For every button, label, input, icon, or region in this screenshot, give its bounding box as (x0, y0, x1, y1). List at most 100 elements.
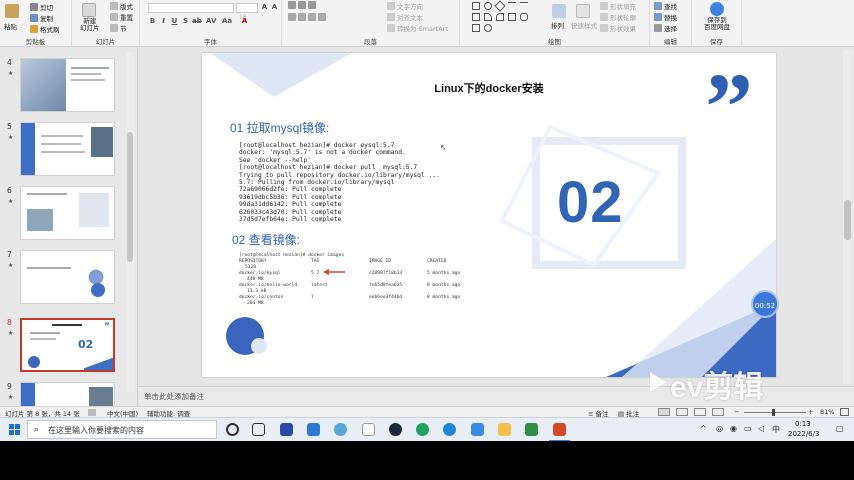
table-first-size: 5328 (245, 265, 257, 270)
app-icon-blue[interactable] (471, 423, 484, 436)
slide-scrollbar-thumb[interactable] (844, 200, 851, 240)
rectangle-shape-icon[interactable] (472, 2, 480, 10)
app-icon-network[interactable] (334, 423, 347, 436)
zoom-level[interactable]: 81% (820, 408, 834, 416)
zoom-in-icon[interactable]: + (808, 408, 813, 416)
slide-thumbnail-5[interactable] (20, 122, 115, 176)
app-icon-feishu[interactable] (307, 423, 320, 436)
notes-placeholder[interactable]: 单击此处添加备注 (144, 391, 204, 402)
slide-thumbnail-9[interactable] (20, 382, 115, 406)
section-heading-2[interactable]: 02 查看镜像: (232, 231, 300, 248)
shape-fill-button[interactable]: 形状填充 (600, 1, 636, 11)
app-icon-green[interactable] (416, 423, 429, 436)
paste-icon[interactable] (5, 4, 19, 18)
app-icon-file[interactable] (362, 423, 375, 436)
clock-date[interactable]: 2022/6/3 (788, 430, 819, 438)
grow-font-icon[interactable]: A (260, 3, 269, 12)
underline-icon[interactable]: U (170, 17, 179, 26)
app-icon-green-square[interactable] (525, 423, 538, 436)
file-explorer-icon[interactable] (498, 423, 511, 436)
align-icons[interactable] (288, 13, 326, 21)
change-case-icon[interactable]: Aa (222, 17, 232, 26)
app-icon-ink[interactable] (280, 423, 293, 436)
slide-sorter-icon[interactable] (676, 408, 688, 416)
find-button[interactable]: 查找 (654, 1, 677, 11)
clock-time[interactable]: 0:13 (795, 420, 811, 428)
reset-button[interactable]: 重置 (110, 12, 133, 22)
tray-app-icon[interactable]: ◎ (716, 424, 723, 433)
normal-view-icon[interactable] (658, 408, 670, 416)
shadow-icon[interactable]: S (181, 17, 190, 26)
line-shape-icon[interactable] (508, 2, 516, 10)
italic-icon[interactable]: I (159, 17, 168, 26)
paste-button[interactable]: 粘贴 (4, 21, 17, 31)
section-heading-1[interactable]: 01 拉取mysql镜像: (230, 119, 329, 136)
callout-shape-icon[interactable] (508, 13, 516, 21)
oval-shape-icon[interactable] (484, 2, 492, 10)
volume-icon[interactable]: ◁ (758, 424, 764, 433)
align-text-button[interactable]: 对齐文本 (387, 12, 423, 22)
tray-overflow-icon[interactable]: ^ (700, 424, 707, 433)
section-button[interactable]: 节 (110, 23, 127, 33)
brace-shape-icon[interactable] (520, 13, 528, 21)
code-screenshot-1[interactable]: [root@localhost hezian]# docker eysql:5.… (239, 142, 449, 224)
shrink-font-icon[interactable]: A (270, 3, 279, 12)
format-painter-button[interactable]: 格式刷 (30, 24, 60, 34)
star-shape-icon[interactable] (484, 24, 492, 32)
flowchart-shape-icon[interactable] (472, 24, 480, 32)
slide-thumbnail-8-selected[interactable]: ” 02 (20, 318, 115, 372)
thumbnail-scrollbar[interactable] (126, 52, 134, 392)
save-to-baidu-button[interactable]: 保存到 百度网盘 (704, 17, 730, 31)
arrange-button[interactable]: 排列 (551, 20, 564, 30)
tray-app-icon[interactable]: ◉ (730, 424, 737, 433)
reading-view-icon[interactable] (694, 408, 706, 416)
text-direction-button[interactable]: 文字方向 (387, 1, 423, 11)
slide-thumbnail-6[interactable] (20, 186, 115, 240)
zoom-slider[interactable] (744, 412, 806, 413)
notification-icon[interactable]: ▢ (836, 424, 844, 433)
select-button[interactable]: 选择 (654, 23, 677, 33)
triangle-shape-icon[interactable] (484, 13, 492, 21)
slide-vertical-scrollbar[interactable] (843, 50, 852, 384)
copy-button[interactable]: 复制 (30, 13, 53, 23)
font-color-icon[interactable]: A (240, 17, 249, 26)
ime-icon[interactable]: 中 (772, 424, 780, 435)
network-icon[interactable]: ▭ (744, 424, 752, 433)
strikethrough-icon[interactable]: ab (192, 17, 202, 26)
replace-button[interactable]: 替换 (654, 12, 677, 22)
arrow-shape-icon[interactable] (520, 2, 528, 10)
thumbnail-scrollbar-thumb[interactable] (127, 132, 133, 262)
diamond-shape-icon[interactable] (494, 0, 506, 12)
bold-icon[interactable]: B (148, 17, 157, 26)
curve-shape-icon[interactable] (496, 13, 504, 21)
shape-effects-button[interactable]: 形状效果 (600, 23, 636, 33)
steam-icon[interactable] (389, 423, 402, 436)
shape-outline-button[interactable]: 形状轮廓 (600, 12, 636, 22)
windows-start-icon[interactable] (9, 424, 20, 435)
taskbar-search-box[interactable]: ⌕ 在这里输入你要搜索的内容 (27, 420, 217, 439)
slide-title[interactable]: Linux下的docker安装 (202, 80, 776, 96)
char-spacing-icon[interactable]: AV (206, 17, 216, 26)
smartart-button[interactable]: 转换为 SmartArt (387, 23, 448, 33)
spellcheck-icon[interactable] (88, 409, 96, 416)
font-name-combo[interactable] (148, 3, 234, 13)
edge-icon[interactable] (443, 423, 456, 436)
cut-button[interactable]: 剪切 (30, 2, 53, 12)
textbox-shape-icon[interactable] (472, 13, 480, 21)
layout-button[interactable]: 版式 (110, 1, 133, 11)
zoom-slider-thumb[interactable] (772, 409, 775, 416)
quick-styles-button[interactable]: 快速样式 (571, 20, 597, 30)
powerpoint-icon[interactable] (553, 423, 566, 436)
zoom-out-icon[interactable]: − (734, 408, 739, 416)
new-slide-button[interactable]: 新建 幻灯片 (80, 18, 100, 32)
task-view-icon[interactable] (252, 423, 265, 436)
bullets-icon[interactable] (288, 1, 316, 9)
docker-images-screenshot[interactable]: [root@localhost hezian]# docker images R… (239, 253, 469, 311)
slide-thumbnail-7[interactable] (20, 250, 115, 304)
slideshow-icon[interactable] (712, 408, 724, 416)
cortana-icon[interactable] (226, 423, 239, 436)
font-size-combo[interactable]: 18 (236, 3, 258, 21)
fit-to-window-icon[interactable] (840, 408, 849, 416)
slide-canvas[interactable]: ” Linux下的docker安装 01 拉取mysql镜像: [root@lo… (202, 53, 776, 377)
slide-thumbnail-4[interactable] (20, 58, 115, 112)
